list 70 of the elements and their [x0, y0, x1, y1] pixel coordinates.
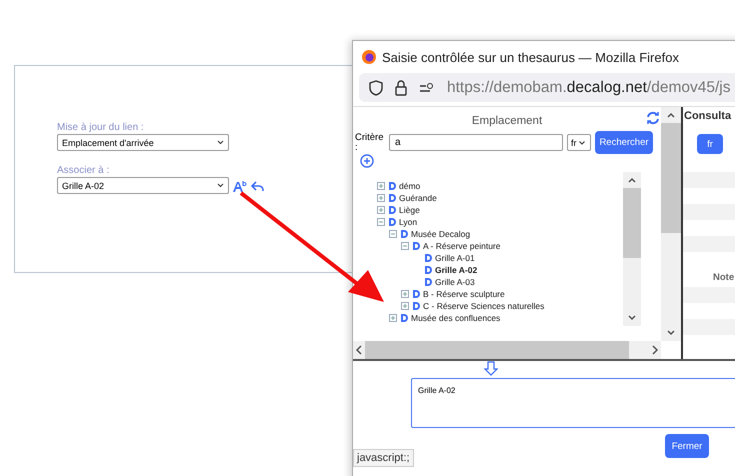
document-icon: [388, 194, 396, 202]
chevron-down-icon: [217, 183, 224, 188]
expand-icon[interactable]: [401, 290, 409, 298]
permissions-icon[interactable]: [419, 82, 435, 94]
address-bar[interactable]: https://demobam.decalog.net/demov45/js: [359, 73, 735, 102]
lock-icon[interactable]: [395, 80, 407, 96]
tree-item[interactable]: démo: [399, 181, 420, 192]
language-button[interactable]: fr: [697, 134, 723, 154]
document-icon: [400, 230, 408, 238]
url-text[interactable]: https://demobam.decalog.net/demov45/js: [447, 78, 730, 97]
search-field[interactable]: a: [389, 134, 563, 152]
tree-item[interactable]: Grille A-02: [435, 265, 478, 276]
language-select[interactable]: fr: [567, 134, 591, 152]
document-icon: [388, 182, 396, 190]
tree-item[interactable]: C - Réserve Sciences naturelles: [423, 301, 544, 312]
tree-item[interactable]: B - Réserve sculpture: [423, 289, 505, 300]
text-format-icon[interactable]: [233, 180, 247, 192]
tree-item[interactable]: Guérande: [399, 193, 437, 204]
collapse-icon[interactable]: [377, 218, 385, 226]
field-label: Associer à :: [57, 165, 110, 176]
document-icon: [424, 278, 432, 286]
window-title: Saisie contrôlée sur un thesaurus — Mozilla Firefox: [382, 50, 679, 65]
collapse-icon[interactable]: [401, 242, 409, 250]
search-button[interactable]: Rechercher: [595, 131, 653, 154]
document-icon: [412, 302, 420, 310]
table-row: [683, 236, 735, 252]
criteria-label: Critère :: [355, 132, 385, 153]
document-icon: [388, 218, 396, 226]
chevron-down-icon: [578, 140, 584, 145]
document-icon: [424, 254, 432, 262]
tree-item[interactable]: Grille A-03: [435, 277, 475, 288]
tree-item[interactable]: Lyon: [399, 217, 418, 228]
horizontal-scrollbar[interactable]: [353, 341, 661, 360]
close-button[interactable]: Fermer: [665, 434, 709, 458]
document-icon: [412, 290, 420, 298]
table-row: [683, 287, 735, 304]
table-row: [683, 204, 735, 220]
tree-scrollbar[interactable]: [623, 172, 641, 326]
panel-heading: Emplacement: [470, 114, 544, 128]
select-field[interactable]: Grille A-02: [57, 177, 229, 194]
document-icon: [412, 242, 420, 250]
panel-heading: Consulta: [683, 109, 732, 122]
panel-scrollbar[interactable]: [661, 107, 681, 342]
expand-icon[interactable]: [401, 302, 409, 310]
expand-icon[interactable]: [389, 314, 397, 322]
document-icon: [424, 266, 432, 274]
shield-icon[interactable]: [369, 80, 383, 96]
document-icon: [400, 314, 408, 322]
undo-icon[interactable]: [251, 180, 265, 192]
document-icon: [388, 206, 396, 214]
refresh-icon[interactable]: [645, 110, 661, 126]
select-field[interactable]: Emplacement d'arrivée: [57, 134, 229, 151]
collapse-icon[interactable]: [389, 230, 397, 238]
chevron-down-icon: [217, 140, 224, 145]
browser-logo-icon: [362, 50, 376, 64]
expand-icon[interactable]: [377, 182, 385, 190]
expand-icon[interactable]: [377, 194, 385, 202]
tree-item[interactable]: Grille A-01: [435, 253, 475, 264]
table-row: [683, 172, 735, 188]
field-label: Note: [712, 271, 735, 286]
tree-item[interactable]: Musée des confluences: [411, 313, 500, 324]
expand-icon[interactable]: [377, 206, 385, 214]
down-arrow-icon: [484, 361, 498, 376]
tree-item[interactable]: Musée Decalog: [411, 229, 470, 240]
add-icon[interactable]: [360, 154, 374, 168]
field-label: Mise à jour du lien :: [57, 122, 145, 133]
table-row: [683, 319, 735, 336]
result-field[interactable]: Grille A-02: [411, 378, 735, 428]
tree-item[interactable]: Liège: [399, 205, 420, 216]
tree-item[interactable]: A - Réserve peinture: [423, 241, 500, 252]
